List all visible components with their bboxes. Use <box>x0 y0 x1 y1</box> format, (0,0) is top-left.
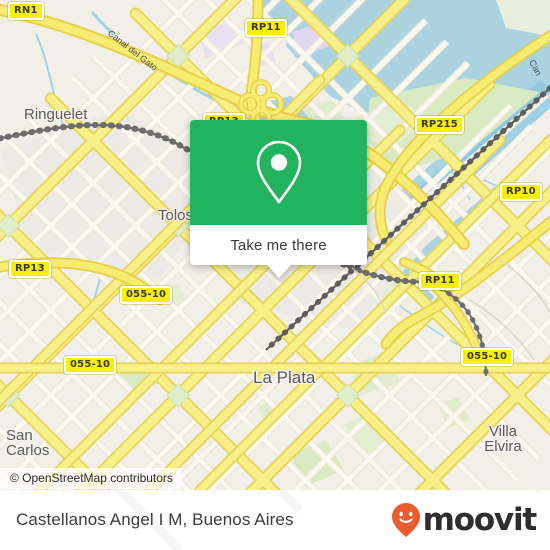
place-label-la-plata: La Plata <box>253 368 316 387</box>
moovit-brand[interactable]: moovit <box>391 501 538 538</box>
moovit-smiling-pin-icon <box>391 503 420 537</box>
route-shield-rp11-top[interactable]: RP11 <box>245 19 287 37</box>
route-shield-055-10-a[interactable]: 055-10 <box>120 286 173 304</box>
location-title: Castellanos Angel I M, Buenos Aires <box>16 510 294 529</box>
place-label-villa-elvira: Villa Elvira <box>484 423 522 455</box>
moovit-map-screenshot: Ringuelet Tolosa La Plata San Carlos Vill… <box>0 0 550 550</box>
place-label-ringuelet: Ringuelet <box>24 106 88 123</box>
route-shield-rp10[interactable]: RP10 <box>500 183 542 201</box>
place-label-san-carlos: San Carlos <box>6 427 50 459</box>
popup-tail <box>265 264 292 278</box>
route-shield-055-10-b[interactable]: 055-10 <box>64 356 117 374</box>
popup-icon-panel <box>190 120 367 225</box>
route-shield-rp215[interactable]: RP215 <box>415 116 464 134</box>
route-shield-rp13-west[interactable]: RP13 <box>9 260 51 278</box>
map-canvas[interactable]: Ringuelet Tolosa La Plata San Carlos Vill… <box>0 0 550 490</box>
take-me-there-label: Take me there <box>230 236 327 254</box>
map-pin-icon <box>256 140 301 203</box>
osm-attribution[interactable]: © OpenStreetMap contributors <box>0 468 181 489</box>
moovit-wordmark: moovit <box>422 501 538 538</box>
location-popup[interactable]: Take me there <box>190 120 367 278</box>
route-shield-rp11-right[interactable]: RP11 <box>419 272 461 290</box>
popup-action-panel[interactable]: Take me there <box>190 225 367 278</box>
footer-bar: Castellanos Angel I M, Buenos Aires moov… <box>0 490 550 550</box>
route-shield-rn1[interactable]: RN1 <box>8 2 44 20</box>
route-shield-055-10-c[interactable]: 055-10 <box>461 348 514 366</box>
